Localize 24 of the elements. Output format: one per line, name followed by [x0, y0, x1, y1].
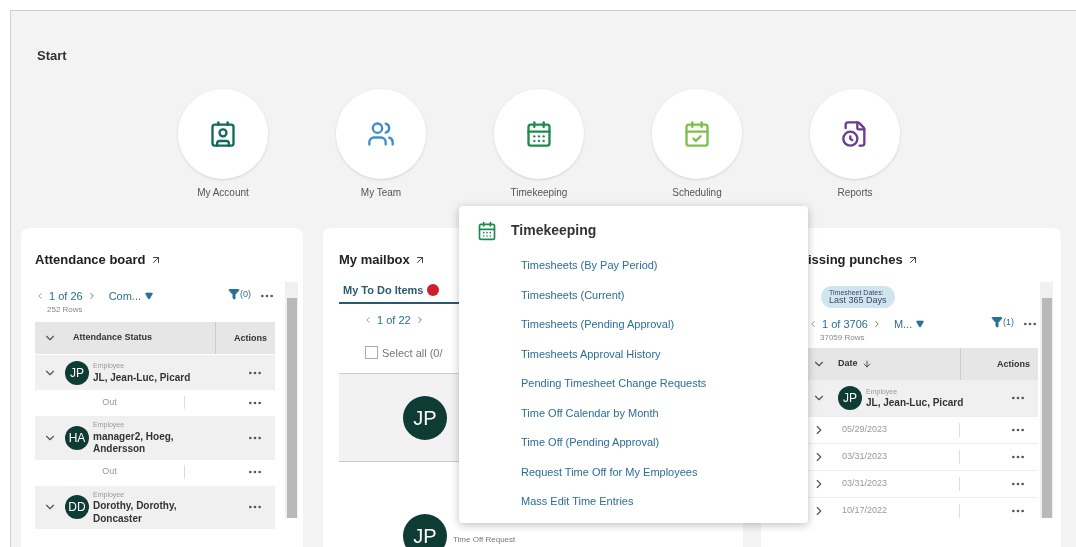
employee-name: JL, Jean-Luc, Picard: [866, 397, 964, 410]
request-type: Time Off Request: [453, 534, 516, 546]
date-cell: 03/31/2023: [830, 477, 960, 491]
page-indicator: 1 of 3706: [822, 316, 868, 332]
date-cell: 03/31/2023: [830, 450, 960, 464]
avatar: JP: [838, 386, 862, 410]
section-title: Start: [37, 48, 67, 63]
status-cell: Out: [35, 465, 185, 479]
row-count: 37059 Rows: [819, 332, 866, 344]
avatar: JP: [65, 360, 89, 385]
date-cell: 10/17/2022: [830, 504, 960, 518]
employee-name: manager2, Hoeg, Andersson: [93, 430, 175, 456]
avatar: JP: [403, 395, 447, 440]
avatar: HA: [65, 425, 89, 450]
avatar: DD: [65, 495, 89, 520]
date-cell: 05/29/2023: [830, 423, 960, 437]
avatar: JP: [403, 514, 447, 547]
status-cell: Out: [35, 395, 185, 410]
employee-name: Dorothy, Dorothy, Doncaster: [93, 500, 178, 525]
page-indicator: 1 of 22: [377, 313, 411, 328]
menu-title: Timekeeping: [511, 221, 597, 240]
row-count: 252 Rows: [46, 304, 84, 316]
page-indicator: 1 of 26: [49, 288, 83, 304]
employee-name: JL, Jean-Luc, Picard: [93, 371, 192, 384]
